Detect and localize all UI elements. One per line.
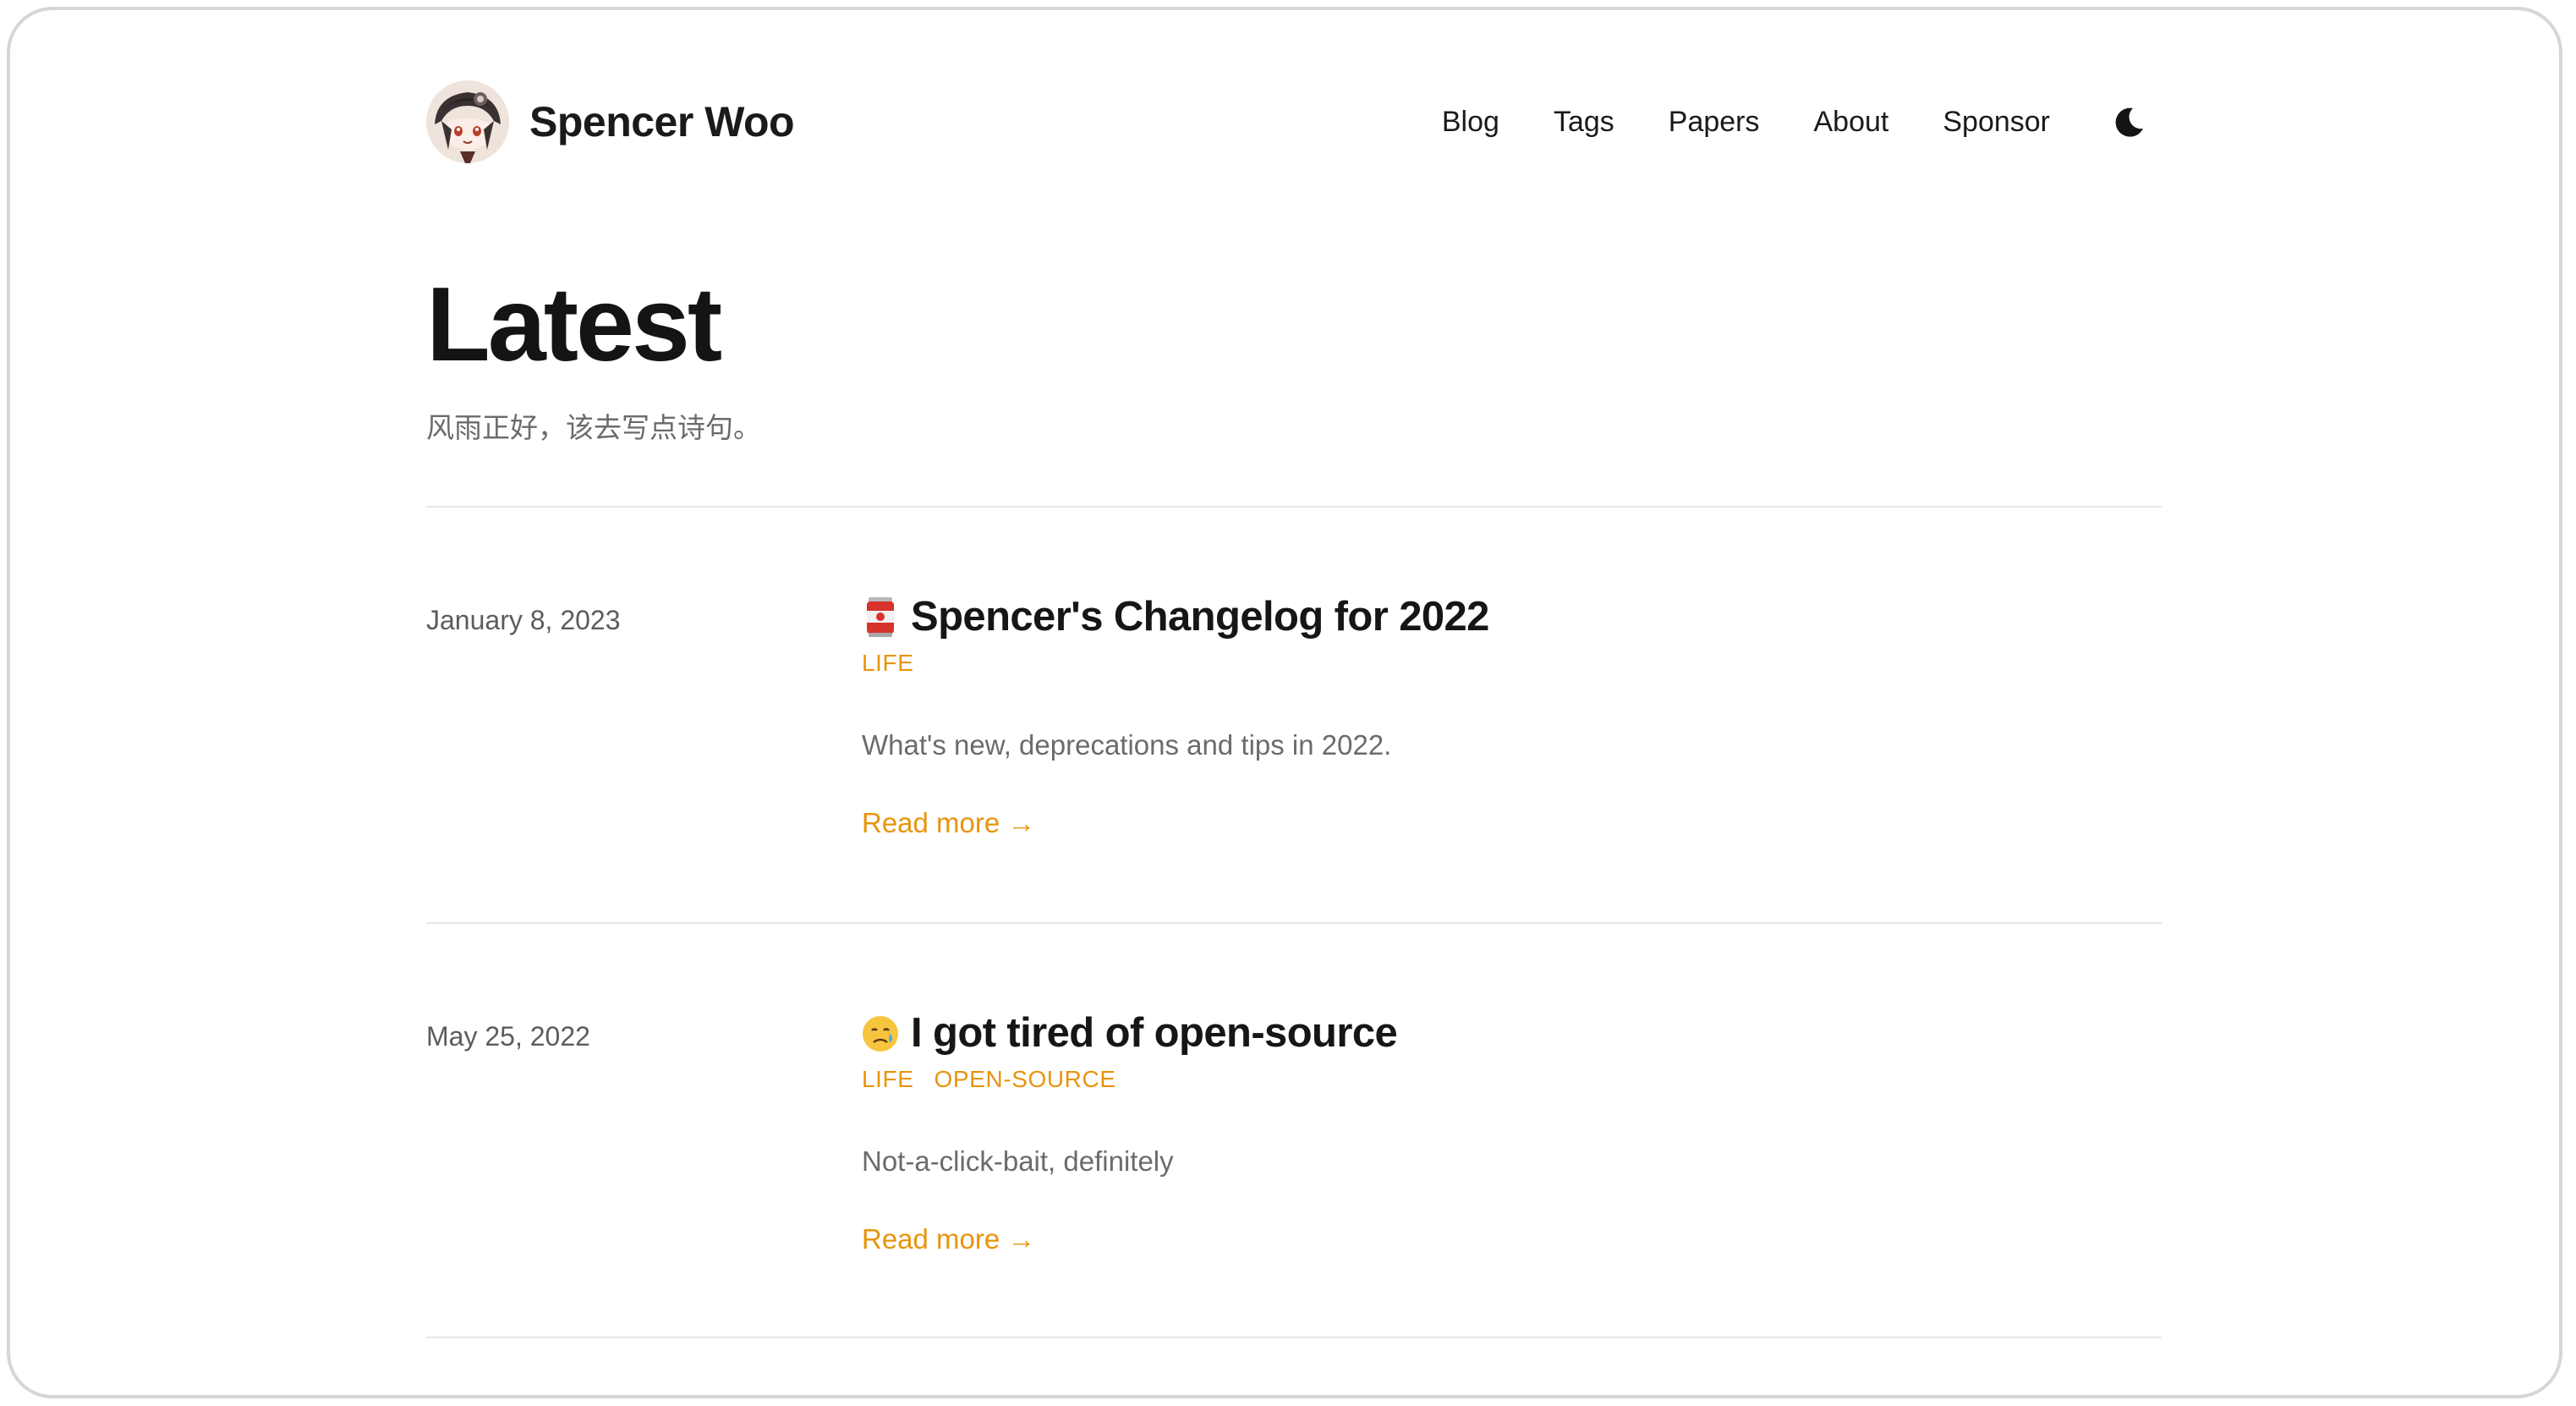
nav-item-tags[interactable]: Tags [1554,106,1614,139]
divider [426,1337,2162,1338]
page-subtitle: 风雨正好，该去写点诗句。 [426,411,761,444]
page-container: Spencer Woo Blog Tags Papers About Spons… [426,10,2165,1395]
post-summary: Not-a-click-bait, definitely [862,1145,1174,1177]
divider [426,922,2162,924]
avatar [426,80,509,163]
browser-frame: Spencer Woo Blog Tags Papers About Spons… [7,7,2562,1398]
post-body: I got tired of open-source LIFE OPEN-SOU… [862,1003,2130,1260]
nav-item-sponsor[interactable]: Sponsor [1943,106,2050,139]
soda-can-icon [862,596,899,638]
post-date: May 25, 2022 [426,1021,590,1052]
read-more-link[interactable]: Read more → [862,1218,1035,1260]
post-title: Spencer's Changelog for 2022 [911,594,1489,640]
moon-icon [2115,107,2143,137]
crying-face-icon [862,1012,899,1054]
post-title: I got tired of open-source [911,1010,1398,1056]
nav-item-about[interactable]: About [1814,106,1889,139]
site-header: Spencer Woo Blog Tags Papers About Spons… [426,80,2165,169]
post-tags: LIFE [862,646,2130,680]
site-name: Spencer Woo [529,98,795,146]
avatar-illustration [426,80,509,163]
post-title-link[interactable]: I got tired of open-source [862,1003,2130,1063]
post-title-link[interactable]: Spencer's Changelog for 2022 [862,587,2130,646]
post-tags: LIFE OPEN-SOURCE [862,1063,2130,1096]
site-brand-link[interactable]: Spencer Woo [426,80,795,164]
nav-item-blog[interactable]: Blog [1442,106,1499,139]
page-title: Latest [426,266,722,383]
read-more-link[interactable]: Read more → [862,802,1035,844]
tag-open-source[interactable]: OPEN-SOURCE [934,1063,1116,1096]
post-date: January 8, 2023 [426,605,621,635]
main-nav: Blog Tags Papers About Sponsor [1442,80,2165,164]
nav-item-papers[interactable]: Papers [1669,106,1760,139]
post-summary: What's new, deprecations and tips in 202… [862,729,1392,761]
theme-toggle-button[interactable] [2113,105,2146,139]
tag-life[interactable]: LIFE [862,1063,914,1096]
divider [426,506,2162,508]
tag-life[interactable]: LIFE [862,646,914,680]
post-body: Spencer's Changelog for 2022 LIFE What's… [862,587,2130,844]
